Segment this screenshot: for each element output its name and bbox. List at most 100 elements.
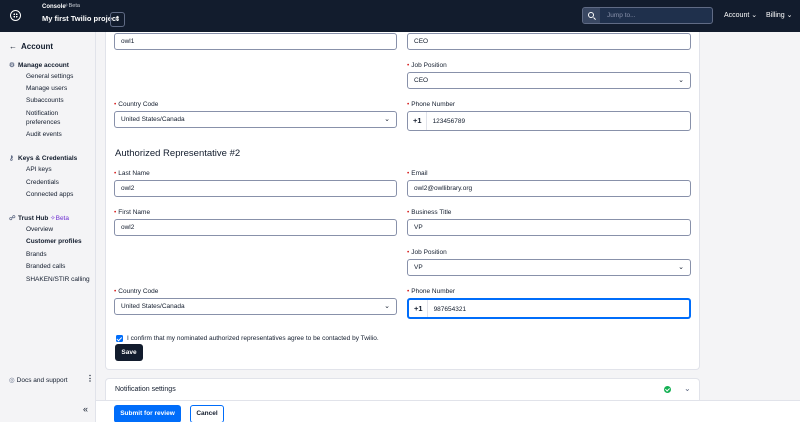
chevron-down-icon: ⌄	[384, 303, 390, 310]
rep1-last-name-input[interactable]: owl1	[114, 33, 397, 50]
required-marker: •	[407, 288, 410, 295]
representatives-form-card: owl1 CEO • Job Position CEO ⌄ • Country Co…	[105, 32, 700, 370]
more-options-icon[interactable]: ⋮	[86, 374, 94, 383]
notification-settings-panel[interactable]: Notification settings ⌄	[105, 378, 700, 400]
sidebar-item-notification-preferences-cont[interactable]: preferences	[26, 119, 60, 126]
rep1-job-position-value: CEO	[414, 77, 429, 84]
sidebar-heading-keys[interactable]: ⚷ Keys & Credentials	[9, 154, 77, 162]
sidebar-item-connected-apps[interactable]: Connected apps	[26, 191, 73, 198]
chevron-down-icon[interactable]: ⌄	[684, 384, 691, 393]
rep2-email-label-text: Email	[411, 170, 428, 177]
rep1-country-code-select[interactable]: United States/Canada ⌄	[114, 111, 397, 128]
keys-credentials-label: Keys & Credentials	[18, 155, 78, 162]
search-input[interactable]: Jump to...	[582, 7, 713, 24]
rep2-first-name-label-text: First Name	[118, 209, 151, 216]
billing-menu[interactable]: Billing ⌄	[766, 11, 793, 19]
search-placeholder: Jump to...	[607, 12, 636, 19]
rep2-phone-label: • Phone Number	[407, 288, 455, 295]
key-icon: ⚷	[9, 155, 14, 162]
sidebar-item-notification-preferences[interactable]: Notification	[26, 110, 58, 117]
sidebar-item-audit-events[interactable]: Audit events	[26, 131, 62, 138]
rep2-email-input[interactable]: owl2@owllibrary.org	[407, 180, 691, 197]
beta-label: Beta	[68, 3, 80, 9]
rep1-phone-input[interactable]: +1 123456789	[407, 111, 691, 131]
rep2-first-name-input[interactable]: owl2	[114, 219, 397, 236]
rep2-first-name-label: • First Name	[114, 209, 150, 216]
collapse-sidebar-icon[interactable]: «	[83, 404, 88, 414]
sidebar-item-credentials[interactable]: Credentials	[26, 179, 59, 186]
rep2-country-code-label: • Country Code	[114, 288, 158, 295]
required-marker: •	[407, 209, 410, 216]
cancel-button[interactable]: Cancel	[190, 405, 224, 422]
bottom-action-bar: Submit for review Cancel	[96, 400, 800, 422]
arrow-left-icon: ←	[9, 42, 17, 51]
rep2-last-name-label-text: Last Name	[118, 170, 150, 177]
required-marker: •	[407, 62, 410, 69]
rep2-job-position-select[interactable]: VP ⌄	[407, 259, 691, 276]
required-marker: •	[114, 101, 117, 108]
rep2-country-code-select[interactable]: United States/Canada ⌄	[114, 298, 397, 315]
rep1-phone-label: • Phone Number	[407, 101, 455, 108]
sidebar-item-branded-calls[interactable]: Branded calls	[26, 263, 65, 270]
search-icon	[583, 8, 600, 23]
rep2-phone-value: 987654321	[433, 306, 467, 313]
sidebar-item-api-keys[interactable]: API keys	[26, 166, 52, 173]
rep2-last-name-label: • Last Name	[114, 170, 150, 177]
project-name: My first Twilio project	[42, 14, 119, 23]
rep2-phone-label-text: Phone Number	[411, 288, 456, 295]
sidebar: ← Account ⚙ Manage account General setting…	[0, 32, 96, 422]
sidebar-item-general-settings[interactable]: General settings	[26, 73, 73, 80]
save-button[interactable]: Save	[115, 344, 143, 361]
docs-and-support-label: Docs and support	[16, 377, 68, 384]
sidebar-item-shaken-stir-calling[interactable]: SHAKEN/STIR calling	[26, 276, 90, 283]
rep2-last-name-input[interactable]: owl2	[114, 180, 397, 197]
rep1-phone-label-text: Phone Number	[411, 101, 456, 108]
twilio-logo-icon[interactable]	[10, 10, 21, 21]
sidebar-heading-manage-account[interactable]: ⚙ Manage account	[9, 61, 69, 69]
notification-settings-title: Notification settings	[115, 386, 176, 393]
required-marker: •	[407, 170, 410, 177]
rep2-country-code-label-text: Country Code	[118, 288, 159, 295]
sidebar-title: Account	[21, 42, 53, 51]
confirm-checkbox[interactable]	[116, 335, 123, 342]
trust-hub-beta-badge: ✧Beta	[50, 215, 69, 222]
gear-icon: ⚙	[9, 62, 15, 69]
console-label: Console	[42, 4, 66, 10]
trust-hub-beta-label: Beta	[55, 215, 69, 222]
top-bar: Console ✧Beta My first Twilio project ⇕ …	[0, 0, 800, 32]
rep2-business-title-input[interactable]: VP	[407, 219, 691, 236]
sidebar-item-customer-profiles[interactable]: Customer profiles	[26, 238, 82, 245]
submit-for-review-button[interactable]: Submit for review	[114, 405, 181, 422]
manage-account-label: Manage account	[18, 62, 69, 69]
required-marker: •	[407, 101, 410, 108]
trust-hub-label: Trust Hub	[18, 215, 49, 222]
account-menu[interactable]: Account ⌄	[724, 11, 757, 19]
rep2-phone-prefix: +1	[414, 300, 428, 317]
chevron-down-icon: ⌄	[678, 77, 684, 84]
rep1-job-position-label-text: Job Position	[411, 62, 447, 69]
rep1-phone-value: 123456789	[432, 118, 466, 125]
beta-badge: ✧Beta	[64, 3, 80, 9]
rep1-job-position-label: • Job Position	[407, 62, 447, 69]
check-circle-icon	[664, 386, 671, 393]
rep2-business-title-label-text: Business Title	[411, 209, 452, 216]
sidebar-heading-trust-hub[interactable]: ☍ Trust Hub ✧Beta	[9, 214, 69, 222]
sidebar-item-subaccounts[interactable]: Subaccounts	[26, 97, 64, 104]
required-marker: •	[114, 170, 117, 177]
docs-and-support-link[interactable]: ◎ Docs and support	[9, 376, 68, 384]
rep2-phone-input[interactable]: +1 987654321	[407, 298, 691, 319]
rep1-business-title-input[interactable]: CEO	[407, 33, 691, 50]
sidebar-item-brands[interactable]: Brands	[26, 251, 47, 258]
project-switcher-button[interactable]: ⇕	[110, 12, 125, 27]
back-to-account-link[interactable]: ← Account	[9, 42, 53, 51]
trust-hub-icon: ☍	[9, 215, 16, 222]
sidebar-item-manage-users[interactable]: Manage users	[26, 85, 67, 92]
rep1-country-code-label-text: Country Code	[118, 101, 159, 108]
required-marker: •	[114, 288, 117, 295]
sidebar-item-overview[interactable]: Overview	[26, 226, 53, 233]
rep1-job-position-select[interactable]: CEO ⌄	[407, 72, 691, 89]
chevron-down-icon: ⌄	[384, 116, 390, 123]
section-title-rep2: Authorized Representative #2	[115, 148, 241, 159]
rep1-phone-prefix: +1	[413, 112, 427, 130]
chevron-down-icon: ⌄	[678, 264, 684, 271]
